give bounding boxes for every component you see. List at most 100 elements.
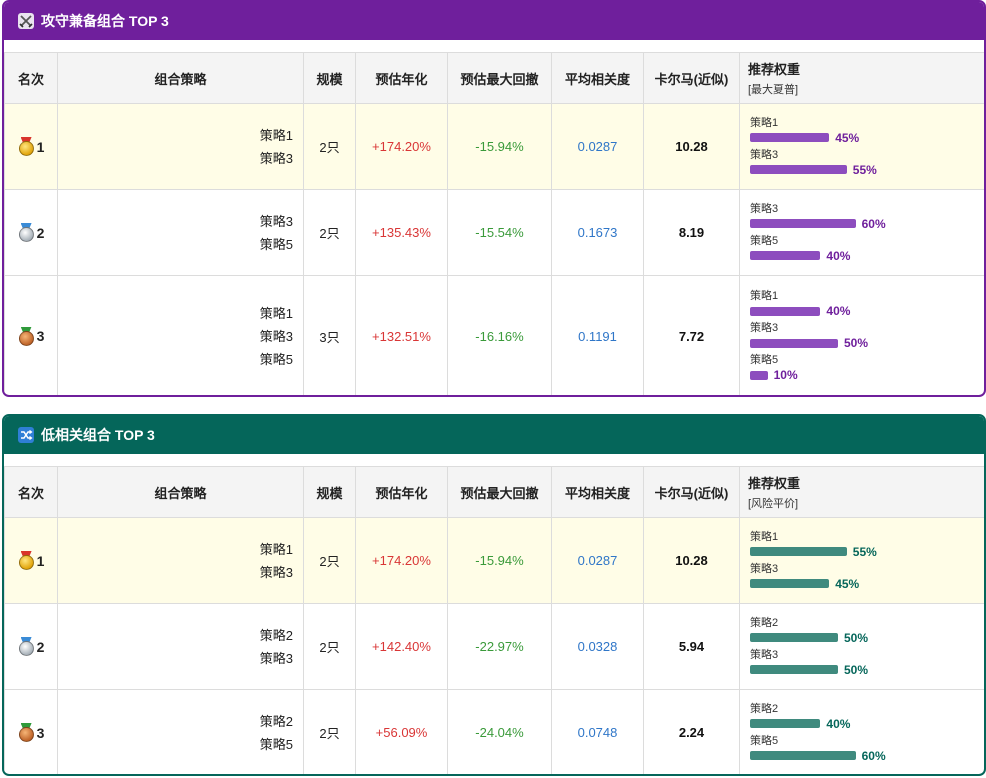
weight-strategy-name: 策略3 <box>750 148 779 161</box>
rank-number: 3 <box>36 328 45 344</box>
size-cell: 2只 <box>303 689 356 774</box>
calmar-cell: 10.28 <box>643 517 740 604</box>
size-cell: 2只 <box>303 189 356 276</box>
strategies-cell: 策略2 策略3 <box>57 603 304 690</box>
weight-bar <box>750 338 838 348</box>
weight-item: 策略3 50% <box>750 321 984 351</box>
annual-return-cell: +132.51% <box>355 275 448 395</box>
weights-cell: 策略2 40% 策略5 60% <box>739 689 984 774</box>
weight-strategy-name: 策略2 <box>750 616 779 629</box>
weight-strategy-name: 策略1 <box>750 116 779 129</box>
rank-number: 1 <box>36 552 45 569</box>
col-correlation: 平均相关度 <box>551 52 644 104</box>
weight-strategy-name: 策略3 <box>750 202 779 215</box>
col-annual: 预估年化 <box>355 52 448 104</box>
weight-percent: 45% <box>835 576 860 591</box>
col-rank: 名次 <box>4 52 58 104</box>
weights-cell: 策略3 60% 策略5 40% <box>739 189 984 276</box>
weight-strategy-name: 策略1 <box>750 290 779 302</box>
size-cell: 2只 <box>303 517 356 604</box>
weight-percent: 55% <box>852 544 877 559</box>
combo-panel-low-correlation: 低相关组合 TOP 3 名次 组合策略 规模 预估年化 预估最大回撤 平均相关度… <box>2 414 986 776</box>
weight-strategy-name: 策略3 <box>750 562 779 575</box>
strategy-name: 策略3 <box>259 213 293 229</box>
weight-bar <box>750 719 821 728</box>
rank-number: 2 <box>36 224 45 241</box>
weight-strategy-name: 策略5 <box>750 354 779 366</box>
weight-percent: 40% <box>826 304 851 318</box>
calmar-cell: 7.72 <box>643 275 740 395</box>
annual-return-cell: +135.43% <box>355 189 448 276</box>
weight-bar <box>750 306 821 316</box>
avg-correlation-cell: 0.0287 <box>551 517 644 604</box>
col-weights: 推荐权重 [风险平价] <box>739 466 984 518</box>
weight-bar <box>750 579 830 588</box>
calmar-cell: 2.24 <box>643 689 740 774</box>
col-calmar: 卡尔马(近似) <box>643 466 740 518</box>
weight-strategy-name: 策略3 <box>750 322 779 334</box>
crossed-swords-icon <box>18 13 34 29</box>
avg-correlation-cell: 0.1191 <box>551 275 644 395</box>
table-row: 3 策略2 策略5 2只 +56.09% -24.04% 0.0748 2.24 策略2 40% 策… <box>4 689 984 774</box>
rank-cell: 1 <box>4 517 58 604</box>
weight-percent: 60% <box>861 748 886 763</box>
weight-item: 策略1 40% <box>750 289 984 319</box>
calmar-cell: 8.19 <box>643 189 740 276</box>
medal-silver-icon <box>18 223 35 242</box>
strategies-cell: 策略1 策略3 <box>57 103 304 190</box>
weight-item: 策略5 60% <box>750 734 984 764</box>
medal-bronze-icon <box>18 326 35 346</box>
rank-cell: 1 <box>4 103 58 190</box>
weight-method: [最大夏普] <box>748 84 799 96</box>
col-correlation: 平均相关度 <box>551 466 644 518</box>
strategy-name: 策略1 <box>259 305 293 321</box>
weight-percent: 60% <box>861 216 886 231</box>
combo-panel-offense-defense: 攻守兼备组合 TOP 3 名次 组合策略 规模 预估年化 预估最大回撤 平均相关… <box>2 0 986 397</box>
weight-bar <box>750 219 856 228</box>
shuffle-icon <box>18 427 34 443</box>
max-drawdown-cell: -15.94% <box>447 103 552 190</box>
avg-correlation-cell: 0.0287 <box>551 103 644 190</box>
rank-badge: 1 <box>5 137 57 156</box>
col-weights: 推荐权重 [最大夏普] <box>739 52 984 104</box>
rank-number: 3 <box>36 724 45 741</box>
rank-number: 2 <box>36 638 45 655</box>
weight-bar <box>750 547 847 556</box>
weight-percent: 40% <box>826 248 851 263</box>
strategy-name: 策略1 <box>259 541 293 557</box>
rank-badge: 2 <box>5 223 57 242</box>
col-size: 规模 <box>303 52 356 104</box>
medal-gold-icon <box>18 551 35 570</box>
col-rank: 名次 <box>4 466 58 518</box>
medal-gold-icon <box>18 137 35 156</box>
strategy-name: 策略5 <box>259 236 293 252</box>
strategy-name: 策略5 <box>259 736 293 752</box>
combo-table: 名次 组合策略 规模 预估年化 预估最大回撤 平均相关度 卡尔马(近似) 推荐权… <box>4 466 984 774</box>
strategies-cell: 策略3 策略5 <box>57 189 304 276</box>
strategy-name: 策略3 <box>259 328 293 344</box>
strategy-name: 策略3 <box>259 564 293 580</box>
annual-return-cell: +174.20% <box>355 103 448 190</box>
weight-percent: 50% <box>844 336 869 350</box>
weight-strategy-name: 策略2 <box>750 702 779 715</box>
strategy-name: 策略5 <box>259 351 293 367</box>
weights-cell: 策略1 40% 策略3 50% 策略5 10% <box>739 275 984 395</box>
annual-return-cell: +56.09% <box>355 689 448 774</box>
strategy-name: 策略2 <box>259 713 293 729</box>
strategy-name: 策略3 <box>259 650 293 666</box>
weights-cell: 策略1 55% 策略3 45% <box>739 517 984 604</box>
size-cell: 3只 <box>303 275 356 395</box>
table-row: 1 策略1 策略3 2只 +174.20% -15.94% 0.0287 10.28 策略1 55… <box>4 517 984 604</box>
weights-cell: 策略2 50% 策略3 50% <box>739 603 984 690</box>
weight-item: 策略2 40% <box>750 702 984 732</box>
weight-bar <box>750 165 847 174</box>
weight-item: 策略3 50% <box>750 648 984 678</box>
col-drawdown: 预估最大回撤 <box>447 52 552 104</box>
weight-strategy-name: 策略5 <box>750 234 779 247</box>
strategy-name: 策略3 <box>259 150 293 166</box>
weight-item: 策略3 55% <box>750 148 984 178</box>
combo-table: 名次 组合策略 规模 预估年化 预估最大回撤 平均相关度 卡尔马(近似) 推荐权… <box>4 52 984 395</box>
col-annual: 预估年化 <box>355 466 448 518</box>
col-size: 规模 <box>303 466 356 518</box>
weight-strategy-name: 策略3 <box>750 648 779 661</box>
